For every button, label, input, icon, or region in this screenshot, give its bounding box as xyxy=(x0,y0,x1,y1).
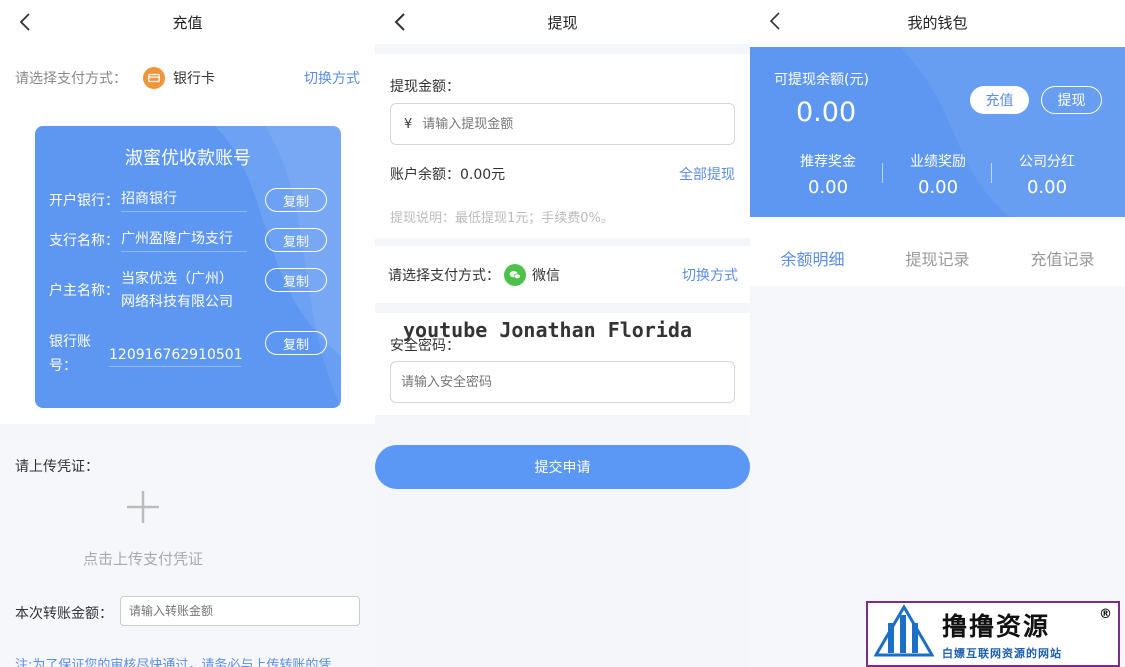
switch-method-link[interactable]: 切换方式 xyxy=(304,68,360,88)
account-number-label: 银行账 号： xyxy=(49,331,91,375)
payment-method-label: 请选择支付方式： xyxy=(388,268,500,284)
holder-value: 当家优选（广州） 网络科技有限公司 xyxy=(121,268,233,311)
copy-account-button[interactable]: 复制 xyxy=(265,331,327,355)
holder-label: 户主名称： xyxy=(49,282,119,299)
stat-referral-bonus: 推荐奖金 0.00 xyxy=(773,151,883,198)
transfer-note: 注:为了保证您的审核尽快通过，请务必与上传转账的凭 xyxy=(15,658,332,667)
bank-label: 开户银行： xyxy=(49,193,119,209)
logo-sub-text: 白嫖互联网资源的网站 xyxy=(942,647,1062,660)
stat-name: 公司分红 xyxy=(1019,154,1075,170)
section-divider xyxy=(0,424,375,438)
security-password-field[interactable] xyxy=(390,361,735,403)
registered-mark: ® xyxy=(1099,607,1112,622)
copy-branch-button[interactable]: 复制 xyxy=(265,228,327,252)
plus-icon[interactable] xyxy=(126,490,160,524)
account-info-card: 淑蜜优收款账号 开户银行： 招商银行 复制 支行名称： 广州盈隆广场支行 复制 … xyxy=(35,126,341,408)
branch-label: 支行名称： xyxy=(49,233,119,249)
logo-main-text: 撸撸资源 xyxy=(942,612,1051,641)
withdraw-button[interactable]: 提现 xyxy=(1041,86,1102,114)
page-title: 充值 xyxy=(172,13,203,32)
account-card-title: 淑蜜优收款账号 xyxy=(125,148,251,169)
watermark-text: youtube Jonathan Florida xyxy=(403,318,692,342)
stat-value: 0.00 xyxy=(1026,177,1068,198)
withdraw-payment-section: 请选择支付方式： 微信 切换方式 xyxy=(375,246,750,303)
upload-section: 请上传凭证： 点击上传支付凭证 本次转账金额： 注:为了保证您的审核尽快通过，请… xyxy=(0,438,375,667)
withdraw-all-link[interactable]: 全部提现 xyxy=(679,164,735,184)
wallet-tabs: 余额明细 提现记录 充值记录 xyxy=(750,230,1125,286)
wechat-icon xyxy=(504,264,526,286)
back-arrow-icon[interactable] xyxy=(389,11,413,35)
withdraw-amount-label: 提现金额： xyxy=(390,79,460,95)
security-password-input[interactable] xyxy=(401,374,734,390)
recharge-screen: 充值 请选择支付方式： 银行卡 切换方式 淑蜜优收款账号 开户银行： 招商银行 … xyxy=(0,0,375,667)
tab-recharge-records[interactable]: 充值记录 xyxy=(1000,230,1125,286)
tab-withdraw-records[interactable]: 提现记录 xyxy=(875,230,1000,286)
account-row-number: 银行账 号： 120916762910501 复制 xyxy=(49,331,327,375)
copy-bank-button[interactable]: 复制 xyxy=(265,188,327,212)
withdraw-rule-text: 提现说明：最低提现1元；手续费0%。 xyxy=(390,211,614,226)
submit-request-button[interactable]: 提交申请 xyxy=(375,445,750,489)
account-row-branch: 支行名称： 广州盈隆广场支行 复制 xyxy=(49,228,327,252)
switch-method-link[interactable]: 切换方式 xyxy=(682,265,738,285)
payment-method-value: 银行卡 xyxy=(173,71,215,87)
logo-mark-icon xyxy=(874,605,934,657)
account-number-label-line2: 号： xyxy=(49,358,77,374)
balance-row: 账户余额：0.00元 全部提现 xyxy=(390,164,735,184)
withdraw-amount-field[interactable]: ¥ xyxy=(390,103,735,145)
transfer-amount-label: 本次转账金额： xyxy=(15,606,113,622)
upload-hint[interactable]: 点击上传支付凭证 xyxy=(0,548,286,569)
page-title: 提现 xyxy=(547,13,578,32)
transfer-amount-input[interactable] xyxy=(120,596,360,626)
available-balance-amount: 0.00 xyxy=(796,97,857,128)
holder-value-line2: 网络科技有限公司 xyxy=(121,294,233,310)
stat-performance-reward: 业绩奖励 0.00 xyxy=(883,151,993,198)
bank-card-icon xyxy=(143,67,165,89)
branch-value: 广州盈隆广场支行 xyxy=(121,228,247,252)
account-row-bank: 开户银行： 招商银行 复制 xyxy=(49,188,327,212)
stat-value: 0.00 xyxy=(917,177,959,198)
stat-name: 业绩奖励 xyxy=(910,154,966,170)
payment-method-row: 请选择支付方式： 银行卡 切换方式 xyxy=(0,60,375,96)
account-number-value: 120916762910501 xyxy=(109,347,243,367)
back-arrow-icon[interactable] xyxy=(764,10,788,34)
account-row-holder: 户主名称： 当家优选（广州） 网络科技有限公司 复制 xyxy=(49,268,327,311)
stat-name: 推荐奖金 xyxy=(800,154,856,170)
account-number-label-line1: 银行账 xyxy=(49,334,91,350)
wallet-screen: 我的钱包 可提现余额(元) 0.00 充值 提现 推荐奖金 0.00 业绩奖励 … xyxy=(750,0,1125,667)
account-balance: 账户余额：0.00元 xyxy=(390,167,506,183)
back-arrow-icon[interactable] xyxy=(14,10,38,34)
wallet-navbar: 我的钱包 xyxy=(750,0,1125,44)
page-title: 我的钱包 xyxy=(907,13,968,32)
bank-value: 招商银行 xyxy=(121,188,247,212)
recharge-navbar: 充值 xyxy=(0,0,375,44)
site-logo: 撸撸资源 白嫖互联网资源的网站 ® xyxy=(866,601,1120,667)
holder-value-line1: 当家优选（广州） xyxy=(121,271,233,287)
payment-method-row: 请选择支付方式： 微信 切换方式 xyxy=(375,257,750,293)
copy-holder-button[interactable]: 复制 xyxy=(265,268,327,292)
payment-method-value: 微信 xyxy=(532,268,560,284)
stat-value: 0.00 xyxy=(807,177,849,198)
tab-balance-detail[interactable]: 余额明细 xyxy=(750,230,875,286)
withdraw-amount-section: 提现金额： ¥ 账户余额：0.00元 全部提现 提现说明：最低提现1元；手续费0… xyxy=(375,54,750,238)
withdraw-navbar: 提现 xyxy=(375,0,750,44)
upload-label: 请上传凭证： xyxy=(15,459,99,475)
available-balance-label: 可提现余额(元) xyxy=(774,72,869,88)
yuan-sign: ¥ xyxy=(404,116,413,132)
payment-method-label: 请选择支付方式： xyxy=(15,71,127,87)
stat-company-dividend: 公司分红 0.00 xyxy=(992,151,1102,198)
recharge-button[interactable]: 充值 xyxy=(970,86,1029,114)
logo-texts: 撸撸资源 白嫖互联网资源的网站 xyxy=(942,607,1062,661)
wallet-balance-card: 可提现余额(元) 0.00 充值 提现 推荐奖金 0.00 业绩奖励 0.00 … xyxy=(750,47,1125,217)
withdraw-amount-input[interactable] xyxy=(422,116,734,132)
